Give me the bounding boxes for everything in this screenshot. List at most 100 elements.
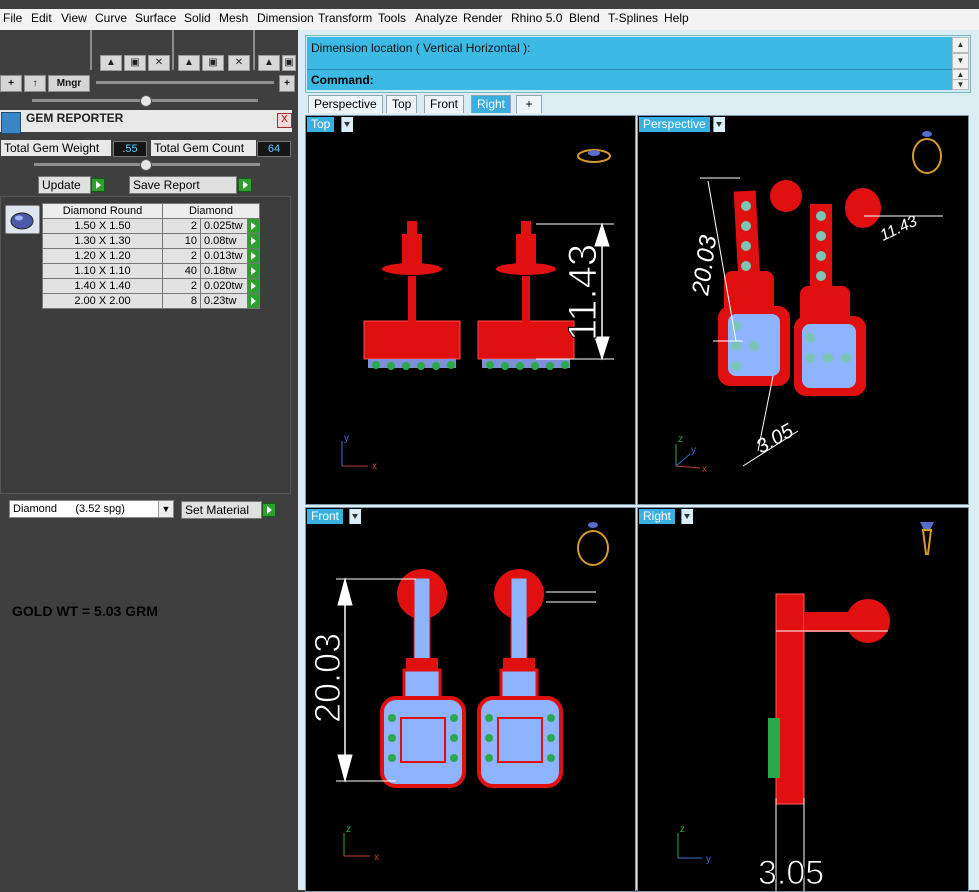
- update-button[interactable]: Update: [38, 176, 91, 194]
- close-icon[interactable]: ✕: [228, 55, 250, 71]
- menu-dimension[interactable]: Dimension: [257, 11, 314, 25]
- close-icon[interactable]: ✕: [148, 55, 170, 71]
- axis-triad: z y: [677, 824, 711, 865]
- gem-weight: 0.18tw: [200, 263, 248, 279]
- gem-reporter-icon: [1, 112, 21, 134]
- scroll-down-icon[interactable]: ▼: [952, 79, 969, 90]
- material-select[interactable]: Diamond (3.52 spg) ▼: [9, 500, 174, 518]
- gem-qty: 2: [162, 278, 201, 294]
- menu-mesh[interactable]: Mesh: [219, 11, 248, 25]
- z-axis-label: z: [680, 824, 685, 835]
- toolbar-separator: [253, 30, 255, 70]
- row-go-icon[interactable]: [247, 233, 260, 249]
- close-icon[interactable]: X: [277, 113, 292, 128]
- add-button[interactable]: +: [279, 75, 295, 92]
- earring-perspective-left: [718, 180, 802, 386]
- gem-weight: 0.025tw: [200, 218, 248, 234]
- diamond-round-icon-graphic: [10, 212, 34, 230]
- total-gem-weight-value: .55: [113, 141, 147, 157]
- menu-transform[interactable]: Transform: [318, 11, 372, 25]
- toolbar-slider[interactable]: [96, 81, 274, 84]
- scroll-up-icon[interactable]: ▲: [952, 37, 969, 53]
- up-arrow-button[interactable]: ▲: [178, 55, 200, 71]
- row-go-icon[interactable]: [247, 263, 260, 279]
- gold-weight-note: GOLD WT = 5.03 GRM: [12, 603, 158, 619]
- gem-qty: 2: [162, 248, 201, 264]
- menu-curve[interactable]: Curve: [95, 11, 127, 25]
- dimension-label: 11.43: [878, 213, 920, 245]
- dimension-label: 3.05: [753, 419, 798, 458]
- tab-perspective[interactable]: Perspective: [308, 95, 383, 113]
- menu-help[interactable]: Help: [664, 11, 689, 25]
- earring-front-left: [380, 569, 466, 788]
- table-row: 2.00 X 2.00 8 0.23tw: [42, 293, 260, 309]
- x-axis-label: x: [374, 852, 379, 863]
- up-arrow-button[interactable]: ▲: [258, 55, 280, 71]
- save-report-go-icon[interactable]: [238, 178, 252, 192]
- gem-qty: 40: [162, 263, 201, 279]
- row-go-icon[interactable]: [247, 248, 260, 264]
- dimension-label: 20.03: [307, 633, 348, 723]
- move-up-button[interactable]: ↑: [24, 75, 46, 92]
- tab-top[interactable]: Top: [386, 95, 418, 113]
- set-material-button[interactable]: Set Material: [181, 501, 262, 519]
- row-go-icon[interactable]: [247, 218, 260, 234]
- command-input[interactable]: Command:: [307, 69, 956, 90]
- menu-bar-items: File Edit View Curve Surface Solid Mesh …: [0, 0, 979, 34]
- table-row: 1.40 X 1.40 2 0.020tw: [42, 278, 260, 294]
- menu-tsplines[interactable]: T-Splines: [608, 11, 658, 25]
- menu-analyze[interactable]: Analyze: [415, 11, 458, 25]
- add-tab-icon[interactable]: +: [516, 95, 542, 113]
- table-header: Diamond Round Diamond: [42, 203, 260, 219]
- gem-qty: 10: [162, 233, 201, 249]
- viewport-front[interactable]: Front 20.03 z x: [305, 507, 636, 892]
- save-report-button[interactable]: Save Report: [129, 176, 237, 194]
- save-icon[interactable]: ▣: [124, 55, 146, 71]
- ring-icon: [912, 131, 942, 174]
- gem-size: 1.10 X 1.10: [42, 263, 163, 279]
- menu-view[interactable]: View: [61, 11, 87, 25]
- scroll-down-icon[interactable]: ▼: [952, 53, 969, 69]
- tab-right[interactable]: Right: [471, 95, 512, 113]
- menu-blend[interactable]: Blend: [569, 11, 600, 25]
- menu-rhino[interactable]: Rhino 5.0: [511, 11, 562, 25]
- gem-size: 1.40 X 1.40: [42, 278, 163, 294]
- set-material-go-icon[interactable]: [262, 503, 276, 517]
- update-go-icon[interactable]: [91, 178, 105, 192]
- viewport-perspective[interactable]: Perspective 20.03 11.43 3.05 z y x: [637, 115, 969, 505]
- menu-render[interactable]: Render: [463, 11, 502, 25]
- dimension-label: 3.05: [758, 854, 824, 891]
- add-button[interactable]: +: [0, 75, 22, 92]
- menu-tools[interactable]: Tools: [378, 11, 406, 25]
- row-go-icon[interactable]: [247, 293, 260, 309]
- viewport-right[interactable]: Right 3.05 z y: [637, 507, 969, 892]
- diamond-round-icon: [5, 205, 40, 234]
- menu-solid[interactable]: Solid: [184, 11, 211, 25]
- save-icon[interactable]: ▣: [282, 55, 296, 71]
- save-icon[interactable]: ▣: [202, 55, 224, 71]
- z-axis-label: z: [678, 434, 683, 445]
- splitter-handle[interactable]: [140, 159, 152, 171]
- table-row: 1.30 X 1.30 10 0.08tw: [42, 233, 260, 249]
- splitter-handle[interactable]: [140, 95, 152, 107]
- top-view-drawing: 11.43 y x: [341, 149, 614, 472]
- gem-reporter-title: GEM REPORTER: [26, 111, 124, 125]
- viewport-top[interactable]: Top 11.43 y x: [305, 115, 636, 505]
- up-arrow-button[interactable]: ▲: [100, 55, 122, 71]
- dimension-label: 20.03: [687, 233, 722, 298]
- tab-front[interactable]: Front: [424, 95, 465, 113]
- dimension-label: 11.43: [561, 244, 605, 341]
- manager-button[interactable]: Mngr: [48, 75, 90, 92]
- menu-edit[interactable]: Edit: [31, 11, 52, 25]
- gem-table: Diamond Round Diamond 1.50 X 1.50 2 0.025t…: [42, 203, 260, 309]
- menu-file[interactable]: File: [3, 11, 22, 25]
- gem-size: 2.00 X 2.00: [42, 293, 163, 309]
- y-axis-label: y: [706, 854, 711, 865]
- row-go-icon[interactable]: [247, 278, 260, 294]
- earring-icon: [920, 522, 934, 555]
- command-area: Dimension location ( Vertical Horizontal…: [305, 35, 971, 93]
- column-header: Diamond Round: [42, 203, 163, 219]
- menu-surface[interactable]: Surface: [135, 11, 176, 25]
- chevron-down-icon[interactable]: ▼: [158, 501, 173, 517]
- ring-icon: [577, 149, 611, 163]
